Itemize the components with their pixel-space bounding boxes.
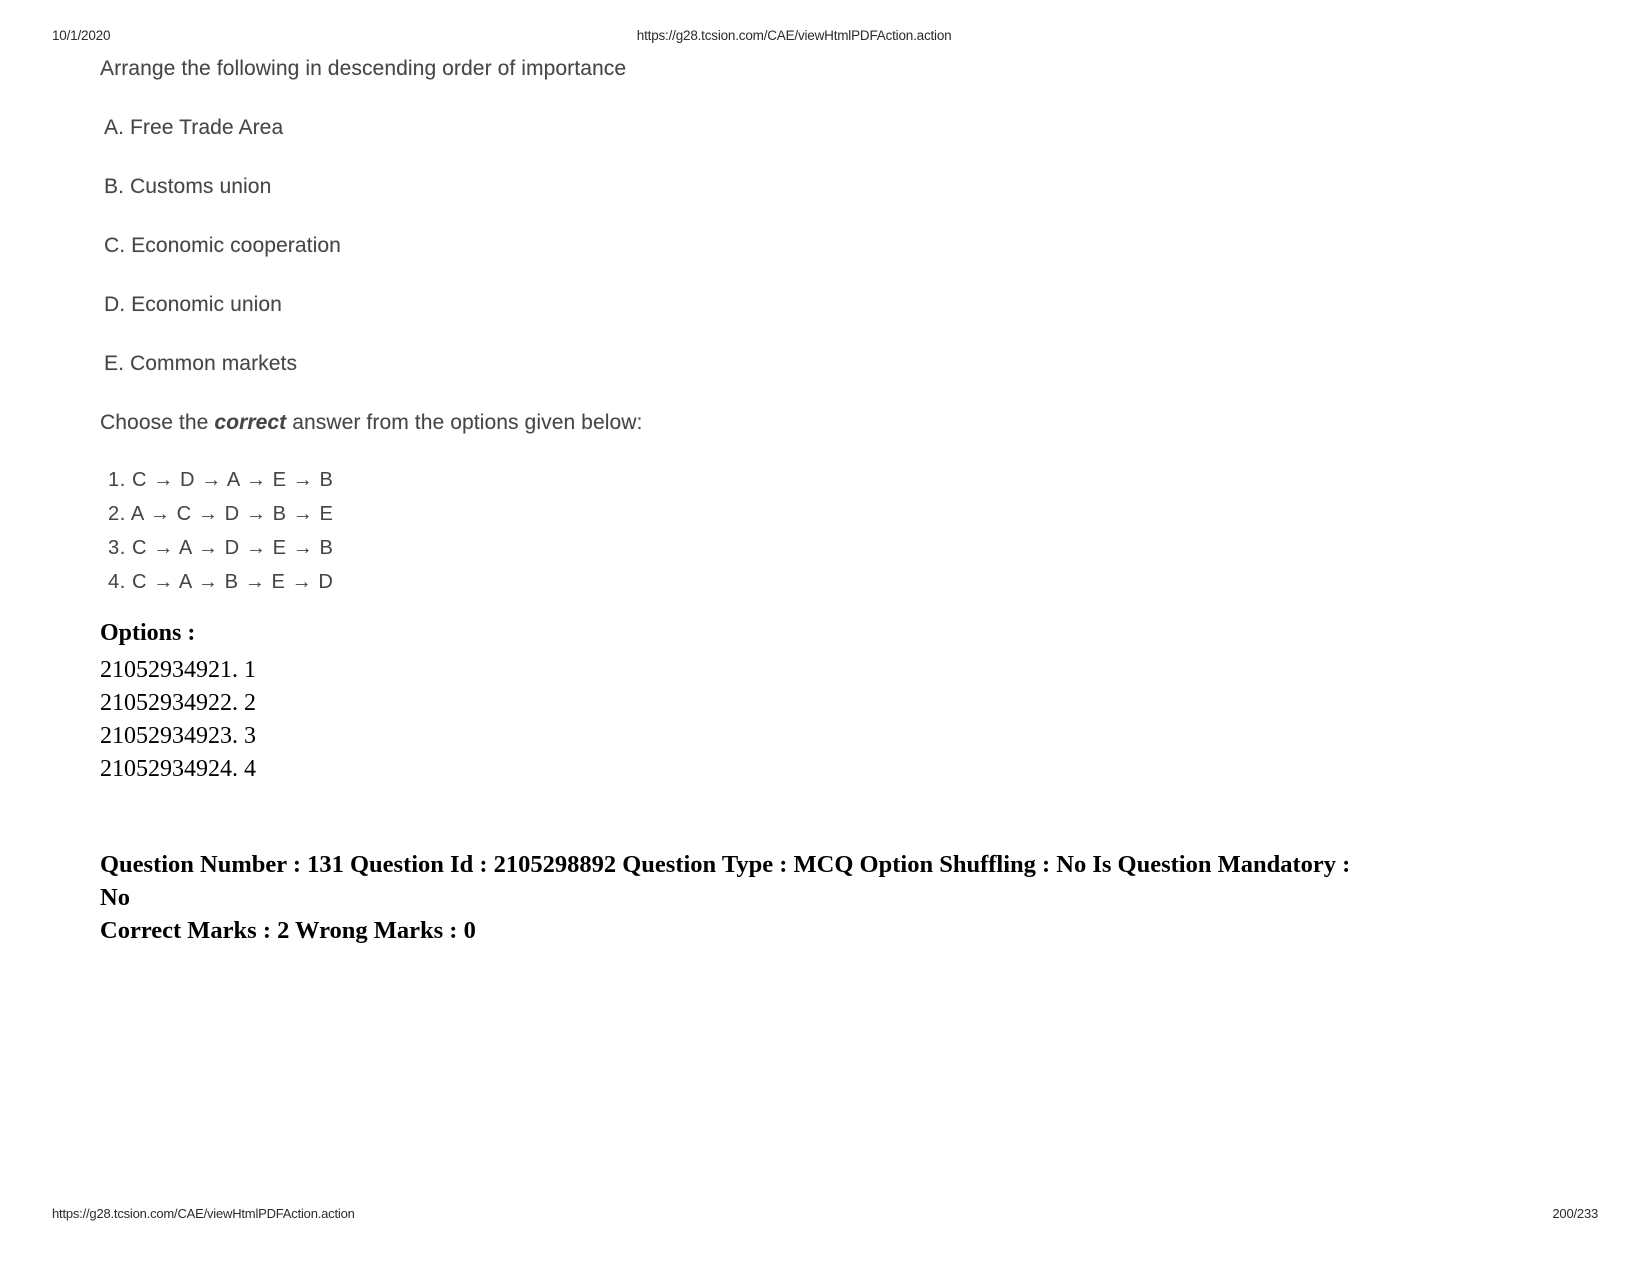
option-row-2: 21052934922. 2: [100, 690, 256, 716]
answer-sequence-list: 1. C → D → A → E → B 2. A → C → D → B → …: [108, 463, 1400, 599]
choose-suffix: answer from the options given below:: [286, 411, 643, 434]
question-stem: Arrange the following in descending orde…: [100, 57, 627, 80]
answer-sequence-3: 3. C → A → D → E → B: [108, 537, 334, 559]
options-section: Options : 21052934921. 1 21052934922. 2 …: [100, 621, 1400, 786]
option-row-4: 21052934924. 4: [100, 756, 256, 782]
print-footer: https://g28.tcsion.com/CAE/viewHtmlPDFAc…: [52, 1203, 1598, 1223]
options-list: 21052934921. 1 21052934922. 2 2105293492…: [100, 654, 1400, 786]
question-item-c: C. Economic cooperation: [104, 234, 341, 257]
question-image-block: Arrange the following in descending orde…: [100, 58, 1400, 599]
question-item-e: E. Common markets: [104, 352, 298, 375]
metadata-line-1: Question Number : 131 Question Id : 2105…: [100, 851, 1351, 911]
pdf-page: 10/1/2020 https://g28.tcsion.com/CAE/vie…: [0, 0, 1650, 1275]
answer-sequence-2: 2. A → C → D → B → E: [108, 503, 334, 525]
answer-sequence-4: 4. C → A → B → E → D: [108, 571, 334, 593]
metadata-line-2: Correct Marks : 2 Wrong Marks : 0: [100, 917, 476, 944]
print-header: 10/1/2020 https://g28.tcsion.com/CAE/vie…: [52, 28, 1598, 48]
header-url: https://g28.tcsion.com/CAE/viewHtmlPDFAc…: [636, 28, 952, 43]
question-content: Arrange the following in descending orde…: [100, 58, 1400, 947]
footer-page-number: 200/233: [1552, 1205, 1598, 1221]
question-item-b: B. Customs union: [104, 175, 272, 198]
footer-url: https://g28.tcsion.com/CAE/viewHtmlPDFAc…: [52, 1205, 355, 1221]
answer-sequence-1: 1. C → D → A → E → B: [108, 469, 334, 491]
header-date: 10/1/2020: [52, 28, 111, 43]
question-metadata: Question Number : 131 Question Id : 2105…: [100, 848, 1380, 947]
choose-instruction: Choose the correct answer from the optio…: [100, 412, 1400, 433]
options-label: Options :: [100, 620, 196, 646]
question-item-a: A. Free Trade Area: [104, 116, 284, 139]
choose-prefix: Choose the: [100, 411, 215, 434]
choose-emphasis: correct: [214, 411, 287, 434]
option-row-1: 21052934921. 1: [100, 657, 256, 683]
question-item-d: D. Economic union: [104, 293, 282, 316]
option-row-3: 21052934923. 3: [100, 723, 256, 749]
